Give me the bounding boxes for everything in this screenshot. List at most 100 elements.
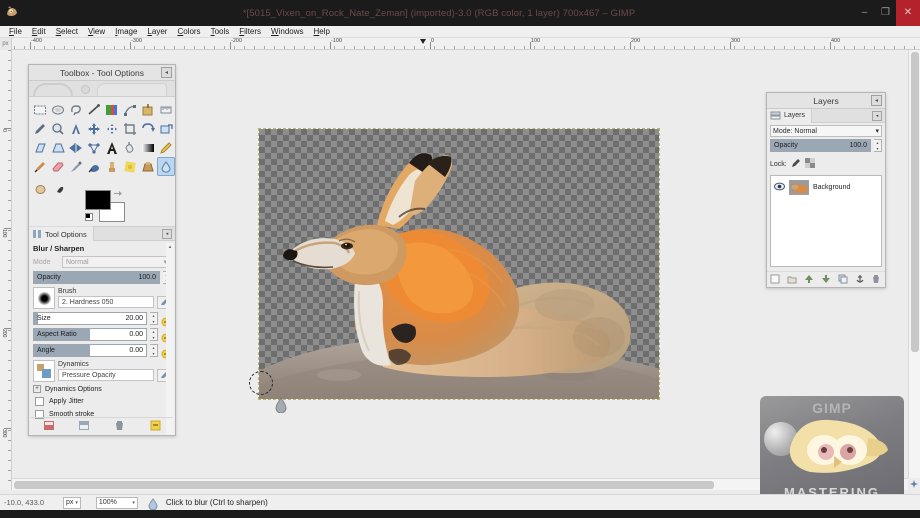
delete-layer-button[interactable] bbox=[870, 273, 882, 285]
raise-layer-button[interactable] bbox=[803, 273, 815, 285]
layer-visibility-toggle[interactable] bbox=[774, 178, 785, 196]
tab-layers[interactable]: Layers bbox=[767, 108, 813, 123]
rotate-tool[interactable] bbox=[139, 119, 157, 138]
restore-tool-preset-button[interactable] bbox=[77, 419, 91, 432]
duplicate-layer-button[interactable] bbox=[837, 273, 849, 285]
lock-pixels-icon[interactable] bbox=[791, 155, 801, 173]
mode-select[interactable]: Normal ▾ bbox=[62, 256, 171, 268]
eraser-tool[interactable] bbox=[49, 157, 67, 176]
layers-menu-button[interactable]: ◂ bbox=[871, 95, 882, 106]
zoom-tool[interactable] bbox=[49, 119, 67, 138]
layer-opacity-slider[interactable]: Opacity 100.0 bbox=[770, 139, 871, 152]
dynamics-preview[interactable] bbox=[33, 360, 55, 382]
layer-mode-select[interactable]: Mode: Normal ▾ bbox=[770, 125, 882, 137]
bucket-fill-tool[interactable] bbox=[121, 138, 139, 157]
swap-colors-icon[interactable] bbox=[113, 186, 122, 196]
opacity-slider[interactable]: Opacity 100.0 bbox=[33, 271, 160, 284]
new-layer-group-button[interactable] bbox=[786, 273, 798, 285]
close-button[interactable]: ✕ bbox=[896, 0, 920, 26]
aspect-ratio-slider[interactable]: Aspect Ratio 0.00 bbox=[33, 328, 147, 341]
brush-name-field[interactable]: 2. Hardness 050 bbox=[58, 296, 154, 308]
lower-layer-button[interactable] bbox=[820, 273, 832, 285]
perspective-tool[interactable] bbox=[49, 138, 67, 157]
paintbrush-tool[interactable] bbox=[31, 157, 49, 176]
menu-item-select[interactable]: Select bbox=[51, 26, 83, 38]
size-stepper[interactable]: ▴ ▾ bbox=[150, 312, 158, 325]
tab-tool-options[interactable]: Tool Options bbox=[29, 226, 94, 241]
navigation-preview-button[interactable] bbox=[908, 478, 920, 490]
measure-tool[interactable] bbox=[157, 100, 175, 119]
dynamics-options-expander[interactable]: + Dynamics Options bbox=[33, 385, 171, 393]
layer-list[interactable]: Background bbox=[770, 175, 882, 267]
rect-select-tool[interactable] bbox=[31, 100, 49, 119]
pencil-tool[interactable] bbox=[31, 119, 49, 138]
tool-options-menu-button[interactable]: ◂ bbox=[162, 229, 172, 239]
menu-item-edit[interactable]: Edit bbox=[27, 26, 51, 38]
menu-item-help[interactable]: Help bbox=[309, 26, 335, 38]
clone-tool[interactable] bbox=[103, 157, 121, 176]
blur-sharpen-tool[interactable] bbox=[157, 157, 175, 176]
color-picker-tool[interactable] bbox=[139, 100, 157, 119]
scissors-select-tool[interactable] bbox=[85, 100, 103, 119]
paths-tool[interactable] bbox=[121, 100, 139, 119]
menu-item-view[interactable]: View bbox=[83, 26, 110, 38]
menu-item-colors[interactable]: Colors bbox=[172, 26, 205, 38]
text-tool[interactable] bbox=[103, 138, 121, 157]
layers-tab-menu-button[interactable]: ◂ bbox=[872, 111, 882, 121]
foreground-color-swatch[interactable] bbox=[85, 190, 111, 210]
angle-slider[interactable]: Angle 0.00 bbox=[33, 344, 147, 357]
pencil-draw-tool[interactable] bbox=[157, 138, 175, 157]
new-layer-button[interactable] bbox=[769, 273, 781, 285]
ellipse-select-tool[interactable] bbox=[49, 100, 67, 119]
scale-tool[interactable] bbox=[157, 119, 175, 138]
foreground-select-tool[interactable] bbox=[103, 100, 121, 119]
align-tool[interactable] bbox=[103, 119, 121, 138]
pattern-preview-icon[interactable] bbox=[55, 182, 66, 193]
dynamics-name-field[interactable]: Pressure Opacity bbox=[58, 369, 154, 381]
scroll-up-icon[interactable]: ▴ bbox=[166, 243, 174, 251]
menu-item-file[interactable]: File bbox=[4, 26, 27, 38]
airbrush-tool[interactable] bbox=[67, 157, 85, 176]
layer-row[interactable]: Background bbox=[771, 176, 881, 198]
menu-item-windows[interactable]: Windows bbox=[266, 26, 308, 38]
delete-tool-preset-button[interactable] bbox=[113, 419, 127, 432]
menu-item-layer[interactable]: Layer bbox=[142, 26, 172, 38]
brush-preview[interactable] bbox=[33, 287, 55, 309]
unit-select[interactable]: px ▾ bbox=[63, 496, 81, 509]
aspect-ratio-stepper[interactable]: ▴ ▾ bbox=[150, 328, 158, 341]
menu-item-tools[interactable]: Tools bbox=[206, 26, 235, 38]
ink-tool[interactable] bbox=[85, 157, 103, 176]
size-slider[interactable]: Size 20.00 bbox=[33, 312, 147, 325]
perspective-clone-tool[interactable] bbox=[139, 157, 157, 176]
image-canvas[interactable] bbox=[249, 128, 660, 414]
vertical-ruler[interactable]: 0 100 200 300 bbox=[0, 50, 12, 490]
flip-tool[interactable] bbox=[67, 138, 85, 157]
minimize-button[interactable]: – bbox=[854, 0, 875, 26]
anchor-layer-button[interactable] bbox=[854, 273, 866, 285]
apply-jitter-checkbox[interactable] bbox=[35, 397, 44, 406]
text-tool-alt[interactable] bbox=[67, 119, 85, 138]
crop-tool[interactable] bbox=[121, 119, 139, 138]
canvas-vertical-scrollbar[interactable] bbox=[908, 50, 920, 478]
gradient-tool[interactable] bbox=[139, 138, 157, 157]
tool-options-scrollbar[interactable]: ▴ bbox=[166, 243, 174, 435]
cage-transform-tool[interactable] bbox=[85, 138, 103, 157]
menu-item-filters[interactable]: Filters bbox=[234, 26, 266, 38]
menu-item-image[interactable]: Image bbox=[110, 26, 142, 38]
scrollbar-thumb[interactable] bbox=[911, 52, 919, 352]
horizontal-ruler[interactable]: -400 -300 -200 -100 0 100 200 300 400 bbox=[0, 38, 920, 50]
maximize-button[interactable]: ❐ bbox=[875, 0, 896, 26]
save-tool-preset-button[interactable] bbox=[42, 419, 56, 432]
zoom-select[interactable]: 100% ▾ bbox=[95, 496, 138, 509]
heal-tool[interactable] bbox=[121, 157, 139, 176]
free-select-tool[interactable] bbox=[67, 100, 85, 119]
toolbox-menu-button[interactable]: ◂ bbox=[161, 67, 172, 78]
lock-alpha-icon[interactable] bbox=[804, 155, 815, 173]
brush-preview-icon[interactable] bbox=[35, 182, 46, 194]
angle-stepper[interactable]: ▴ ▾ bbox=[150, 344, 158, 357]
apply-jitter-row[interactable]: Apply Jitter bbox=[35, 397, 171, 406]
ruler-unit-button[interactable]: px bbox=[0, 38, 12, 50]
shear-tool[interactable] bbox=[31, 138, 49, 157]
reset-colors-icon[interactable] bbox=[85, 213, 93, 221]
layer-opacity-stepper[interactable]: ▴ ▾ bbox=[874, 139, 882, 152]
